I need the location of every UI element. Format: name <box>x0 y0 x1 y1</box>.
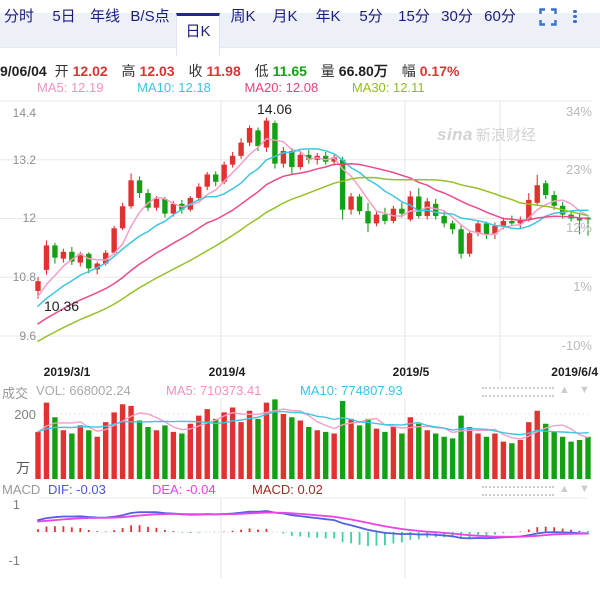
sina-logo: sina <box>437 125 473 144</box>
change-label: 幅 <box>402 63 416 79</box>
tab-30fen[interactable]: 30分 <box>437 0 477 34</box>
sina-watermark: sina新浪财经 <box>437 124 536 145</box>
y-axis-label: 14.4 <box>0 106 36 120</box>
low-label: 低 <box>255 63 269 79</box>
macd-axis-1: 1 <box>0 497 20 512</box>
y-axis-label: 13.2 <box>0 153 36 167</box>
volume-ma5-value: MA5: 710373.41 <box>166 383 261 398</box>
macd-macd-value: MACD: 0.02 <box>252 482 323 497</box>
volume-unit-label: 万 <box>0 458 30 478</box>
tab-ri-k[interactable]: 日K <box>176 13 220 56</box>
x-axis-date: 2019/6/4 <box>536 365 598 379</box>
high-value: 12.03 <box>140 63 175 79</box>
low-annotation: 10.36 <box>44 298 79 314</box>
pct-axis-label: -10% <box>548 338 592 353</box>
tab-nian-k[interactable]: 年K <box>311 0 345 34</box>
macd-panel-up-arrow[interactable]: ▲ <box>559 483 570 495</box>
x-axis-date: 2019/4 <box>196 365 258 379</box>
y-axis-label: 10.8 <box>0 270 36 284</box>
volume-axis-200: 200 <box>0 407 36 422</box>
ma5-value: MA5: 12.19 <box>37 80 104 95</box>
high-annotation: 14.06 <box>257 101 292 117</box>
pct-axis-label: 23% <box>548 162 592 177</box>
macd-panel-down-arrow[interactable]: ▼ <box>579 483 590 495</box>
close-label: 收 <box>188 63 202 79</box>
open-label: 开 <box>55 63 69 79</box>
tab-bs-dian[interactable]: B/S点 <box>128 0 172 34</box>
tab-15fen[interactable]: 15分 <box>394 0 434 34</box>
close-value: 11.98 <box>206 63 240 79</box>
high-label: 高 <box>122 63 136 79</box>
macd-panel-label: MACD <box>2 482 40 497</box>
quote-row: 9/06/04 开12.02 高12.03 收11.98 低11.65 量66.… <box>0 61 600 78</box>
ma20-value: MA20: 12.08 <box>244 80 318 95</box>
ma30-value: MA30: 12.11 <box>352 80 425 95</box>
y-axis-label: 12 <box>0 211 36 225</box>
volume-panel-up-arrow[interactable]: ▲ <box>559 384 570 396</box>
tab-5ri[interactable]: 5日 <box>48 0 80 34</box>
low-value: 11.65 <box>273 63 307 79</box>
pct-axis-label: 34% <box>548 104 592 119</box>
volume-panel-label: 成交 <box>2 383 28 402</box>
x-axis-date: 2019/5 <box>380 365 442 379</box>
sina-brand-text: 新浪财经 <box>476 127 536 144</box>
open-value: 12.02 <box>73 63 108 79</box>
x-axis-date: 2019/3/1 <box>36 365 98 379</box>
ma-values-row: MA5: 12.19 MA10: 12.18 MA20: 12.08 MA30:… <box>37 80 597 95</box>
volume-value: 66.80万 <box>339 63 388 79</box>
ma10-value: MA10: 12.18 <box>137 80 211 95</box>
y-axis-label: 9.6 <box>0 329 36 343</box>
tab-fenshi[interactable]: 分时 <box>2 0 36 34</box>
kline-app-window: 分时 5日 年线 B/S点 日K 周K 月K 年K 5分 15分 30分 60分… <box>0 0 600 600</box>
tab-yue-k[interactable]: 月K <box>268 0 302 34</box>
pct-axis-label: 1% <box>548 279 592 294</box>
volume-ma10-value: MA10: 774807.93 <box>300 383 403 398</box>
macd-axis-neg1: -1 <box>0 553 20 568</box>
tab-60fen[interactable]: 60分 <box>480 0 520 34</box>
tab-zhou-k[interactable]: 周K <box>226 0 260 34</box>
macd-dif-value: DIF: -0.03 <box>48 482 106 497</box>
change-value: 0.17% <box>420 63 460 79</box>
volume-vol-value: VOL: 668002.24 <box>36 383 131 398</box>
fullscreen-icon[interactable] <box>539 8 557 26</box>
quote-date: 9/06/04 <box>0 63 47 79</box>
tab-5fen[interactable]: 5分 <box>355 0 387 34</box>
volume-panel-down-arrow[interactable]: ▼ <box>579 384 590 396</box>
pct-axis-label: 12% <box>548 220 592 235</box>
tab-nianxian[interactable]: 年线 <box>88 0 122 34</box>
menu-dots-icon[interactable] <box>572 8 578 26</box>
macd-dea-value: DEA: -0.04 <box>152 482 216 497</box>
volume-panel-drag-handle[interactable] <box>482 387 554 397</box>
macd-panel-drag-handle[interactable] <box>482 486 554 496</box>
volume-label: 量 <box>321 63 335 79</box>
